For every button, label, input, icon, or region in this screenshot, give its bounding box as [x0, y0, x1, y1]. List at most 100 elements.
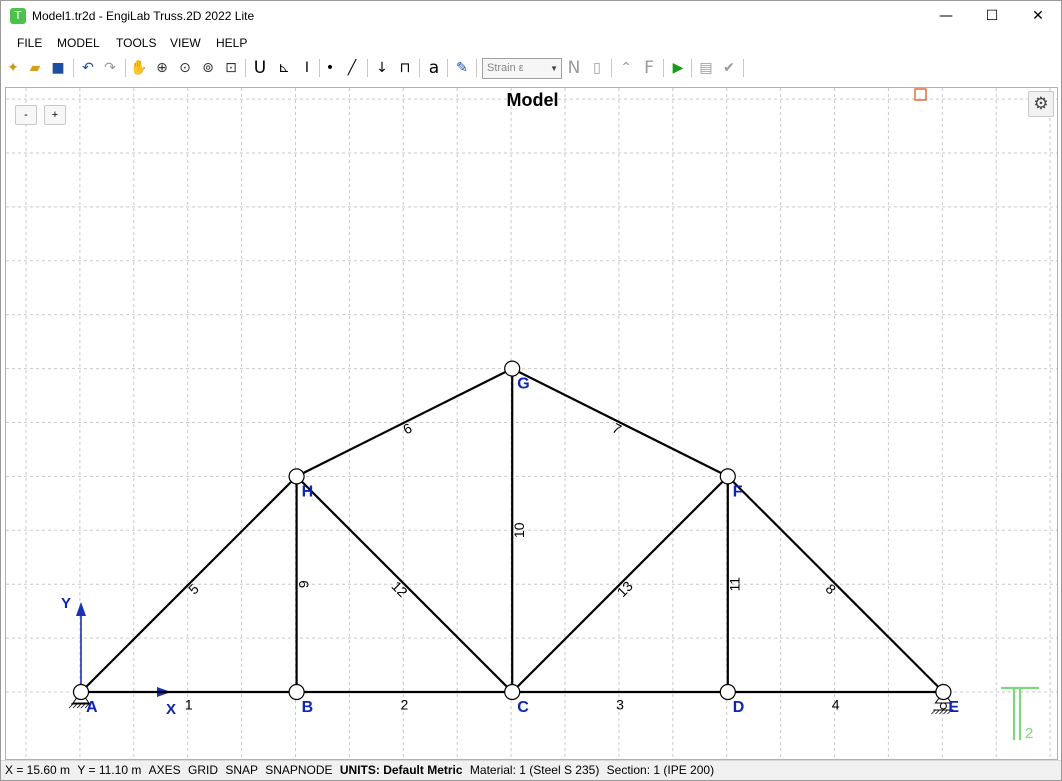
element-label-11: 11 — [727, 577, 743, 592]
axis-y-label: Y — [61, 595, 71, 612]
distributed-load-icon[interactable]: ⊓ — [394, 57, 416, 79]
status-toggle-snap[interactable]: SNAP — [225, 763, 257, 777]
toolbar-separator — [447, 59, 448, 77]
toolbar-separator — [476, 59, 477, 77]
undo-icon[interactable]: ↶ — [77, 57, 99, 79]
app-logo-icon: T — [10, 8, 26, 24]
node-F[interactable] — [719, 468, 736, 485]
zoom-window-icon[interactable]: ⊚ — [197, 57, 219, 79]
node-C[interactable] — [504, 683, 521, 701]
node-H[interactable] — [288, 468, 305, 485]
node-label-F: F — [733, 483, 743, 500]
result-type-value: Strain ε — [487, 62, 524, 74]
reaction-force-f-icon[interactable]: F — [638, 57, 660, 79]
toolbar-separator — [245, 59, 246, 77]
toolbar-separator — [663, 59, 664, 77]
close-button[interactable]: ✕ — [1015, 1, 1061, 32]
toolbar-separator — [367, 59, 368, 77]
redo-icon[interactable]: ↷ — [99, 57, 121, 79]
zoom-previous-icon[interactable]: ⊡ — [220, 57, 242, 79]
zoom-in-button[interactable]: + — [44, 105, 66, 125]
section-icon[interactable]: I — [296, 57, 318, 79]
toolbar-separator — [73, 59, 74, 77]
edit-pencil-icon[interactable]: ✎ — [451, 57, 473, 79]
pan-icon[interactable]: ✋ — [128, 57, 150, 79]
check-icon[interactable]: ✔ — [718, 57, 740, 79]
chevron-down-icon: ▼ — [550, 64, 558, 73]
status-toggle-snapnode[interactable]: SNAPNODE — [265, 763, 332, 777]
menu-tools[interactable]: TOOLS — [116, 36, 156, 50]
report-icon[interactable]: ▤ — [695, 57, 717, 79]
axis-y-arrow-icon — [76, 602, 86, 616]
node-label-G: G — [517, 376, 529, 393]
minimize-button[interactable]: — — [923, 1, 969, 32]
menu-file[interactable]: FILE — [17, 36, 42, 50]
zoom-extents-icon[interactable]: ⊙ — [174, 57, 196, 79]
gear-icon[interactable]: ⚙ — [1028, 91, 1054, 117]
node-E[interactable] — [935, 683, 952, 701]
element-icon[interactable]: ╱ — [341, 57, 363, 79]
node-G[interactable] — [504, 360, 521, 377]
node-label-C: C — [517, 699, 529, 716]
element-label-2: 2 — [401, 697, 409, 713]
element-label-9: 9 — [295, 580, 311, 588]
point-load-icon[interactable]: ↓ — [371, 57, 393, 79]
element-label-3: 3 — [616, 697, 624, 713]
support-hatch-line — [72, 703, 78, 709]
deformed-shape-icon[interactable]: ⌃ — [615, 57, 637, 79]
toolbar-separator — [691, 59, 692, 77]
labels-icon[interactable]: ▯ — [586, 57, 608, 79]
open-file-icon[interactable]: ▰ — [24, 57, 46, 79]
axis-x-label: X — [166, 701, 176, 718]
status-toggle-axes[interactable]: AXES — [149, 763, 181, 777]
text-icon[interactable]: a — [423, 57, 445, 79]
node-A[interactable] — [72, 683, 90, 701]
status-material: Material: 1 (Steel S 235) — [469, 763, 600, 777]
title-bar: T Model1.tr2d - EngiLab Truss.2D 2022 Li… — [1, 1, 1061, 32]
support-icon[interactable]: U — [249, 57, 271, 79]
node-label-B: B — [302, 699, 314, 716]
run-analysis-icon[interactable]: ▶ — [667, 57, 689, 79]
toolbar-separator — [743, 59, 744, 77]
node-D[interactable] — [719, 683, 736, 701]
axial-force-n-icon[interactable]: N — [563, 57, 585, 79]
support-hatch-line — [935, 709, 940, 715]
save-icon[interactable]: ■ — [47, 57, 69, 79]
menu-bar: FILE MODEL TOOLS VIEW HELP — [1, 32, 1061, 54]
status-section: Section: 1 (IPE 200) — [606, 763, 715, 777]
menu-view[interactable]: VIEW — [170, 36, 201, 50]
support-hatch-line — [939, 709, 944, 715]
menu-help[interactable]: HELP — [216, 36, 247, 50]
toolbar: ✦ ▰ ■ ↶ ↷ ✋ ⊕ ⊙ ⊚ ⊡ U ⊾ I • ╱ ↓ ⊓ a ✎ St… — [1, 54, 1061, 84]
node-label-E: E — [948, 699, 959, 716]
model-canvas[interactable]: Y X 1 2 3 4 5 6 7 8 9 10 11 12 13 A B C D E F G H 2 Model - + ⚙ — [5, 87, 1058, 760]
toolbar-separator — [419, 59, 420, 77]
result-type-select[interactable]: Strain ε ▼ — [482, 58, 562, 79]
status-toggle-grid[interactable]: GRID — [188, 763, 218, 777]
node-label-H: H — [302, 483, 314, 500]
element-label-13: 13 — [614, 578, 636, 600]
roller-wheel-icon — [939, 702, 947, 710]
truss-drawing[interactable]: YX 1 2 3 456 789101112 13A B C D EFGH2 — [6, 88, 1058, 760]
spring-support-icon[interactable]: ⊾ — [273, 57, 295, 79]
maximize-button[interactable]: ☐ — [969, 1, 1015, 32]
new-file-icon[interactable]: ✦ — [2, 57, 24, 79]
logo-subscript: 2 — [1025, 725, 1033, 742]
support-hatch-line — [68, 703, 74, 709]
element-label-8: 8 — [822, 581, 839, 598]
zoom-out-button[interactable]: - — [15, 105, 37, 125]
toolbar-separator — [611, 59, 612, 77]
status-y-coordinate: Y = 11.10 m — [77, 763, 142, 777]
canvas-title: Model — [506, 90, 559, 110]
toolbar-separator — [125, 59, 126, 77]
element-label-10: 10 — [511, 522, 527, 538]
window-title: Model1.tr2d - EngiLab Truss.2D 2022 Lite — [32, 9, 255, 23]
node-B[interactable] — [288, 683, 305, 701]
menu-model[interactable]: MODEL — [57, 36, 100, 50]
element-label-4: 4 — [832, 697, 840, 713]
node-label-D: D — [733, 699, 745, 716]
support-hatch-line — [943, 709, 948, 715]
node-label-A: A — [86, 699, 98, 716]
zoom-in-icon[interactable]: ⊕ — [151, 57, 173, 79]
node-icon[interactable]: • — [319, 57, 341, 79]
